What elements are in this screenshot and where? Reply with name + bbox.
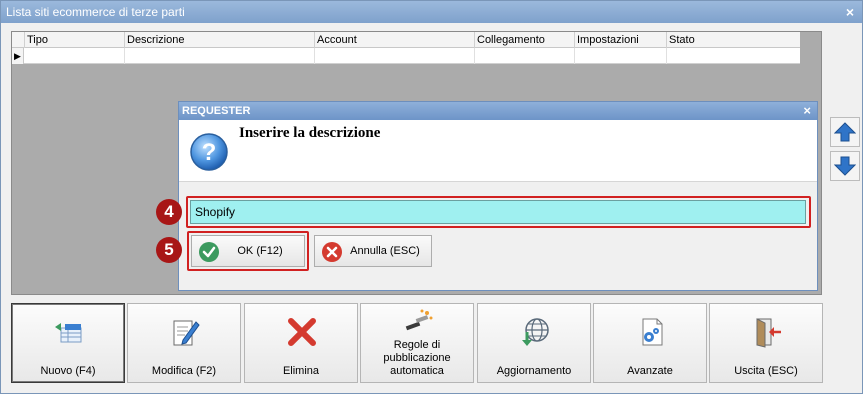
row-cell-divider: [314, 48, 315, 64]
cancel-button[interactable]: Annulla (ESC): [314, 235, 432, 267]
update-button-label: Aggiornamento: [496, 365, 572, 377]
window-title: Lista siti ecommerce di terze parti: [6, 5, 185, 19]
column-header-collegamento[interactable]: Collegamento: [474, 32, 574, 48]
row-cell-divider: [574, 48, 575, 64]
advanced-button-label: Avanzate: [627, 365, 673, 377]
dialog-title: REQUESTER: [182, 105, 251, 117]
dialog-close-button[interactable]: ×: [803, 102, 811, 120]
move-down-button[interactable]: [830, 151, 860, 181]
delete-icon: [288, 318, 316, 346]
edit-button[interactable]: Modifica (F2): [127, 303, 241, 383]
column-header-tipo[interactable]: Tipo: [24, 32, 124, 48]
delete-button[interactable]: Elimina: [244, 303, 358, 383]
description-input[interactable]: Shopify: [190, 200, 806, 224]
column-header-impostazioni[interactable]: Impostazioni: [574, 32, 666, 48]
question-icon: ?: [190, 133, 228, 171]
exit-button[interactable]: Uscita (ESC): [709, 303, 823, 383]
magic-wand-icon: [405, 309, 433, 331]
add-row-icon: [55, 323, 82, 343]
window-close-button[interactable]: ×: [846, 1, 854, 23]
row-indicator-icon: ▶: [12, 48, 24, 64]
dialog-header: ? Inserire la descrizione: [179, 120, 817, 182]
window-titlebar: Lista siti ecommerce di terze parti ×: [1, 1, 862, 23]
move-up-button[interactable]: [830, 117, 860, 147]
ok-button-label: OK (F12): [237, 245, 283, 257]
row-cell-divider: [474, 48, 475, 64]
exit-door-icon: [756, 318, 781, 348]
rules-button[interactable]: Regole di pubblicazione automatica: [360, 303, 474, 383]
new-button-label: Nuovo (F4): [40, 365, 96, 377]
grid-header: Tipo Descrizione Account Collegamento Im…: [12, 32, 800, 48]
arrow-up-icon: [834, 122, 856, 142]
arrow-down-icon: [834, 156, 856, 176]
step-badge-5: 5: [156, 237, 182, 263]
gear-document-icon: [642, 318, 663, 346]
update-button[interactable]: Aggiornamento: [477, 303, 591, 383]
cancel-button-label: Annulla (ESC): [350, 245, 420, 257]
main-window: Lista siti ecommerce di terze parti × Ti…: [0, 0, 863, 394]
svg-text:?: ?: [202, 139, 217, 166]
row-cell-divider: [666, 48, 667, 64]
column-header-descrizione[interactable]: Descrizione: [124, 32, 314, 48]
rules-button-label: Regole di pubblicazione automatica: [383, 339, 451, 377]
advanced-button[interactable]: Avanzate: [593, 303, 707, 383]
globe-download-icon: [522, 318, 549, 346]
new-button[interactable]: Nuovo (F4): [11, 303, 125, 383]
ok-button[interactable]: OK (F12): [191, 235, 305, 267]
step-badge-4: 4: [156, 199, 182, 225]
edit-icon: [173, 320, 200, 346]
dialog-prompt: Inserire la descrizione: [239, 125, 381, 141]
column-header-stato[interactable]: Stato: [666, 32, 800, 48]
column-header-account[interactable]: Account: [314, 32, 474, 48]
row-cell-divider: [124, 48, 125, 64]
dialog-titlebar: REQUESTER ×: [179, 102, 817, 120]
exit-button-label: Uscita (ESC): [734, 365, 798, 377]
table-row[interactable]: ▶: [12, 48, 800, 64]
delete-button-label: Elimina: [282, 365, 320, 377]
edit-button-label: Modifica (F2): [151, 365, 217, 377]
